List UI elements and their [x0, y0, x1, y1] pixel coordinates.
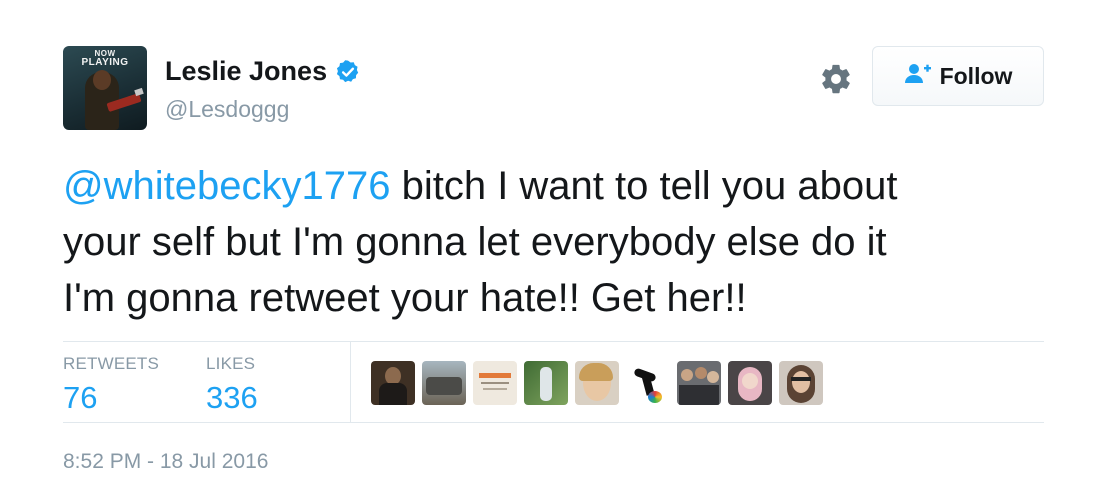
avatar-proton-pack-tip: [134, 87, 144, 97]
liker-avatar-2[interactable]: [422, 361, 466, 405]
likers-avatars: [371, 361, 830, 405]
divider-bottom: [63, 422, 1044, 423]
mention-link[interactable]: @whitebecky1776: [63, 164, 390, 208]
avatar-figure-head: [93, 70, 111, 90]
likes-label: LIKES: [206, 354, 256, 373]
liker-avatar-7[interactable]: [677, 361, 721, 405]
follow-button-label: Follow: [939, 62, 1013, 89]
user-display-name[interactable]: Leslie Jones: [165, 56, 327, 87]
liker-avatar-9[interactable]: [779, 361, 823, 405]
tweet-text-line-3: I'm gonna retweet your hate!! Get her!!: [63, 276, 747, 320]
liker-avatar-8[interactable]: [728, 361, 772, 405]
liker-avatar-3[interactable]: [473, 361, 517, 405]
liker-avatar-5[interactable]: [575, 361, 619, 405]
likes-stat[interactable]: LIKES 336: [206, 354, 258, 416]
follow-button[interactable]: Follow: [872, 46, 1044, 106]
verified-badge-icon: [335, 59, 361, 85]
retweets-stat[interactable]: RETWEETS 76: [63, 354, 159, 416]
divider-vertical: [350, 342, 351, 422]
gear-icon[interactable]: [818, 61, 854, 97]
liker-avatar-4[interactable]: [524, 361, 568, 405]
liker-avatar-1[interactable]: [371, 361, 415, 405]
avatar-now-playing-text: NOW PLAYING: [81, 49, 129, 68]
user-handle[interactable]: @Lesdoggg: [165, 96, 289, 123]
profile-avatar[interactable]: NOW PLAYING: [63, 46, 147, 130]
likes-count: 336: [206, 380, 258, 415]
tweet-card: NOW PLAYING Leslie Jones @Lesdoggg Follo…: [0, 0, 1110, 491]
tweet-text-line-1: bitch I want to tell you about: [390, 164, 898, 208]
tweet-timestamp[interactable]: 8:52 PM - 18 Jul 2016: [63, 450, 268, 474]
tweet-text-line-2: your self but I'm gonna let everybody el…: [63, 220, 887, 264]
add-user-icon: [904, 63, 932, 90]
liker-avatar-6[interactable]: [626, 361, 670, 405]
tweet-text: @whitebecky1776 bitch I want to tell you…: [63, 158, 1063, 326]
divider-top: [63, 341, 1044, 342]
retweets-count: 76: [63, 380, 98, 415]
user-name-row: Leslie Jones: [165, 56, 361, 87]
retweets-label: RETWEETS: [63, 354, 160, 373]
